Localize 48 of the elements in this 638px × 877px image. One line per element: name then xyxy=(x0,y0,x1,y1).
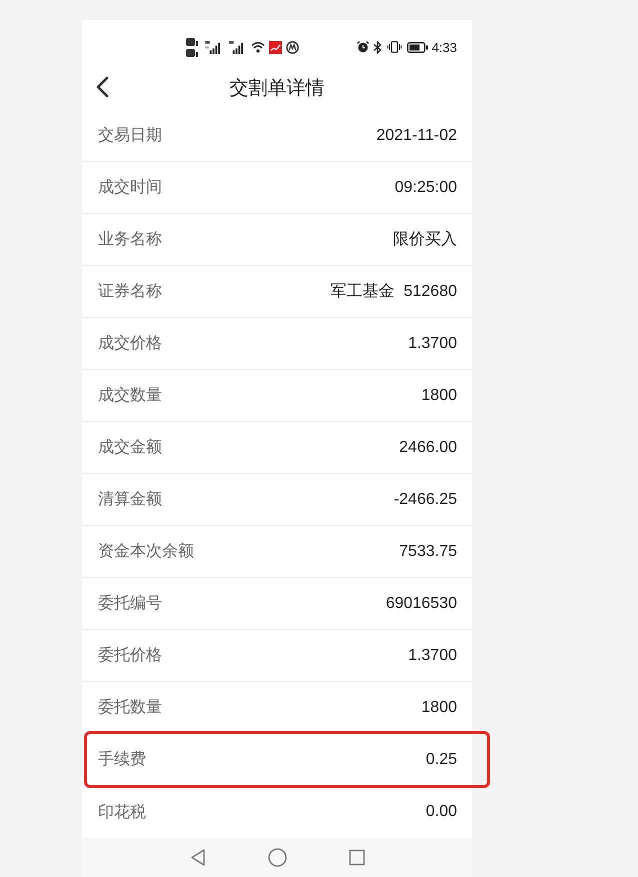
bluetooth-icon xyxy=(372,40,382,54)
field-value: 1800 xyxy=(421,386,457,404)
field-value: 0.25 xyxy=(426,750,457,768)
field-label: 证券名称 xyxy=(98,282,162,302)
field-value: 69016530 xyxy=(386,594,457,612)
field-label: 资金本次余额 xyxy=(98,542,194,562)
field-label: 委托价格 xyxy=(98,646,162,666)
trend-line-icon xyxy=(269,40,282,54)
home-nav-button[interactable] xyxy=(268,848,286,867)
page-title: 交割单详情 xyxy=(230,77,324,101)
vibrate-icon xyxy=(386,41,402,53)
back-nav-button[interactable] xyxy=(190,849,206,866)
field-value: 0.00 xyxy=(426,803,457,821)
field-label: 手续费 xyxy=(98,750,146,770)
chevron-left-icon xyxy=(95,76,109,98)
field-label: 成交价格 xyxy=(98,334,162,354)
square-recents-icon xyxy=(348,849,364,866)
field-value: 1.3700 xyxy=(408,334,457,352)
circle-home-icon xyxy=(268,848,286,867)
field-label: 委托数量 xyxy=(98,698,162,718)
field-label: 业务名称 xyxy=(98,230,162,250)
field-label: 委托编号 xyxy=(98,594,162,614)
recents-nav-button[interactable] xyxy=(348,849,364,866)
field-label: 印花税 xyxy=(98,802,146,822)
field-value: 2021-11-02 xyxy=(376,126,457,144)
signal-icon xyxy=(228,40,245,54)
field-label: 成交金额 xyxy=(98,438,162,458)
status-badge-icon xyxy=(186,38,198,46)
battery-icon xyxy=(406,42,428,52)
field-value: 限价买入 xyxy=(393,230,457,250)
field-value: -2466.25 xyxy=(394,490,457,508)
wifi-icon xyxy=(251,41,265,53)
field-label: 清算金额 xyxy=(98,490,162,510)
status-time: 4:33 xyxy=(432,40,457,54)
field-label: 交易日期 xyxy=(98,126,162,146)
field-value: 2466.00 xyxy=(399,438,457,456)
circle-logo-icon xyxy=(286,40,299,54)
triangle-back-icon xyxy=(190,849,206,866)
field-label: 成交时间 xyxy=(98,178,162,198)
status-badge-icon xyxy=(186,48,198,56)
field-value: 1.3700 xyxy=(408,646,457,664)
field-value: 军工基金 512680 xyxy=(330,282,457,302)
field-value: 7533.75 xyxy=(399,542,457,560)
alarm-icon xyxy=(356,41,369,53)
field-label: 成交数量 xyxy=(98,386,162,406)
signal-icon xyxy=(205,40,222,54)
field-value: 09:25:00 xyxy=(394,178,457,196)
field-value: 1800 xyxy=(421,698,457,716)
